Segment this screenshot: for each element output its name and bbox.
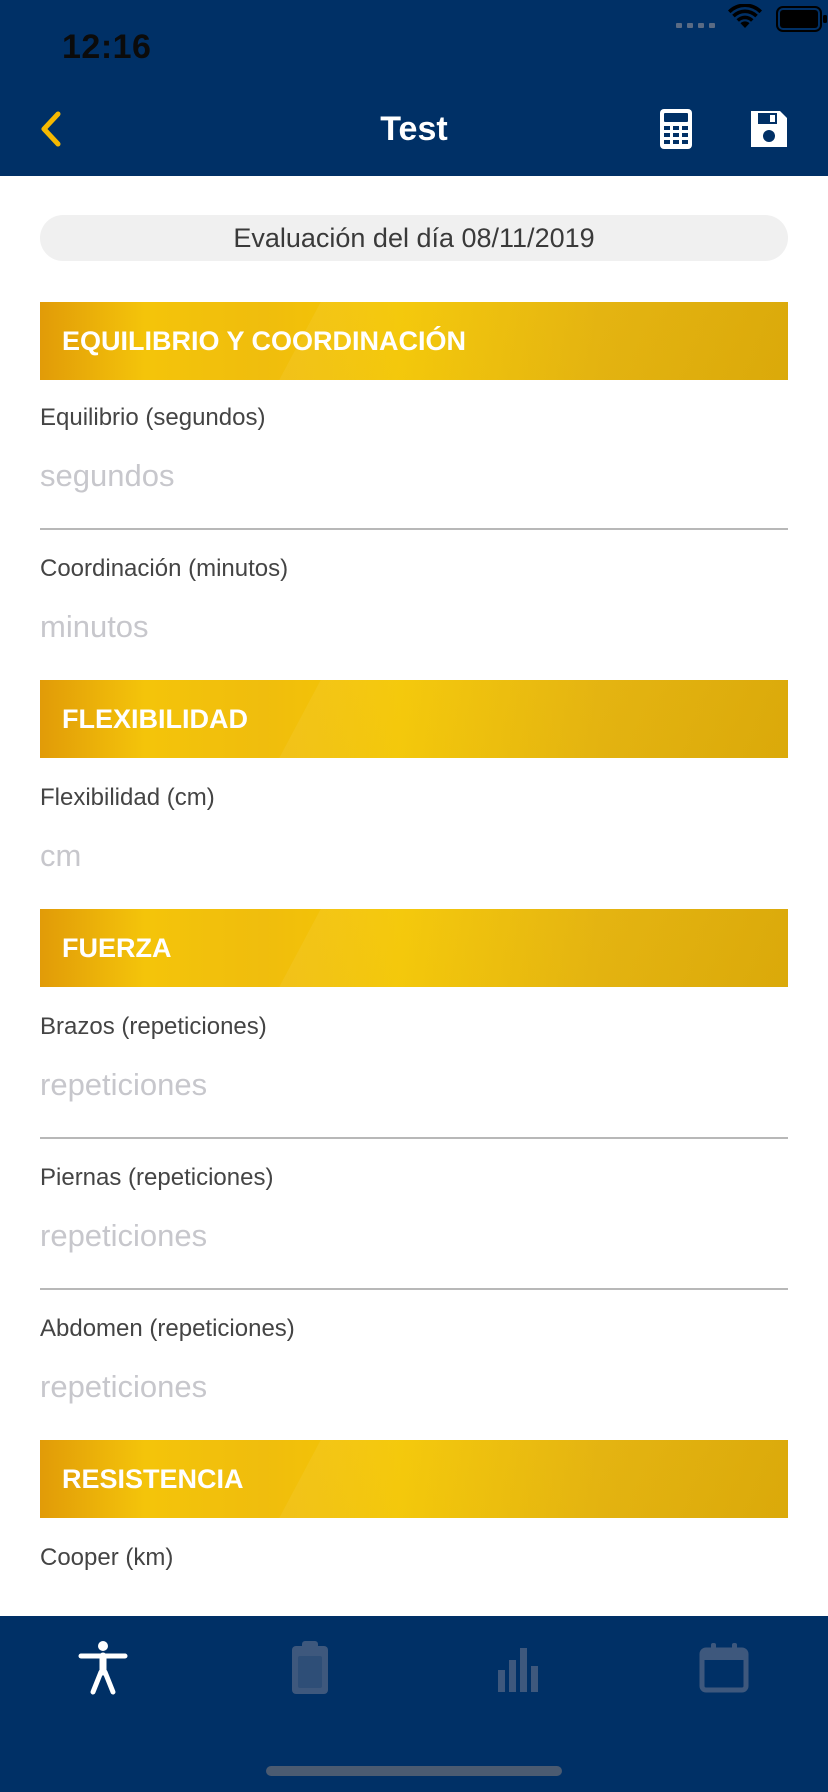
flexibilidad-input[interactable] bbox=[40, 834, 788, 878]
battery-icon bbox=[776, 6, 827, 32]
tab-clipboard-icon[interactable] bbox=[280, 1638, 340, 1698]
top-navigation-bar: 12:16 Test bbox=[0, 0, 828, 176]
coordinacion-input[interactable] bbox=[40, 605, 788, 649]
field-label-brazos: Brazos (repeticiones) bbox=[40, 1013, 267, 1040]
home-indicator[interactable] bbox=[266, 1766, 562, 1776]
section-header-flexibilidad: FLEXIBILIDAD bbox=[40, 680, 788, 758]
cellular-signal-icon bbox=[676, 20, 716, 28]
tab-calendar-icon[interactable] bbox=[694, 1638, 754, 1698]
save-floppy-icon[interactable] bbox=[748, 108, 790, 150]
equilibrio-input[interactable] bbox=[40, 454, 788, 498]
field-divider bbox=[40, 1137, 788, 1139]
piernas-input[interactable] bbox=[40, 1214, 788, 1258]
section-header-equilibrio-coordinacion: EQUILIBRIO Y COORDINACIÓN bbox=[40, 302, 788, 380]
section-header-fuerza: FUERZA bbox=[40, 909, 788, 987]
section-header-resistencia: RESISTENCIA bbox=[40, 1440, 788, 1518]
tab-bar-chart-icon[interactable] bbox=[488, 1638, 548, 1698]
section-title: EQUILIBRIO Y COORDINACIÓN bbox=[62, 326, 467, 356]
field-label-piernas: Piernas (repeticiones) bbox=[40, 1164, 274, 1191]
tab-person-accessibility-icon[interactable] bbox=[73, 1638, 133, 1698]
abdomen-input[interactable] bbox=[40, 1365, 788, 1409]
field-label-equilibrio: Equilibrio (segundos) bbox=[40, 404, 266, 431]
field-divider bbox=[40, 528, 788, 530]
status-time: 12:16 bbox=[62, 28, 152, 66]
field-label-cooper: Cooper (km) bbox=[40, 1544, 174, 1571]
brazos-input[interactable] bbox=[40, 1063, 788, 1107]
wifi-icon bbox=[728, 4, 762, 28]
field-label-flexibilidad: Flexibilidad (cm) bbox=[40, 784, 215, 811]
test-form[interactable]: Evaluación del día 08/11/2019 EQUILIBRIO… bbox=[0, 176, 828, 1616]
field-label-coordinacion: Coordinación (minutos) bbox=[40, 555, 289, 582]
section-title: FUERZA bbox=[62, 933, 172, 963]
section-title: RESISTENCIA bbox=[62, 1464, 244, 1494]
field-divider bbox=[40, 1288, 788, 1290]
calculator-icon[interactable] bbox=[656, 108, 696, 150]
evaluation-date-label: Evaluación del día 08/11/2019 bbox=[40, 215, 788, 261]
page-title: Test bbox=[380, 110, 448, 148]
field-label-abdomen: Abdomen (repeticiones) bbox=[40, 1315, 295, 1342]
section-title: FLEXIBILIDAD bbox=[62, 704, 248, 734]
